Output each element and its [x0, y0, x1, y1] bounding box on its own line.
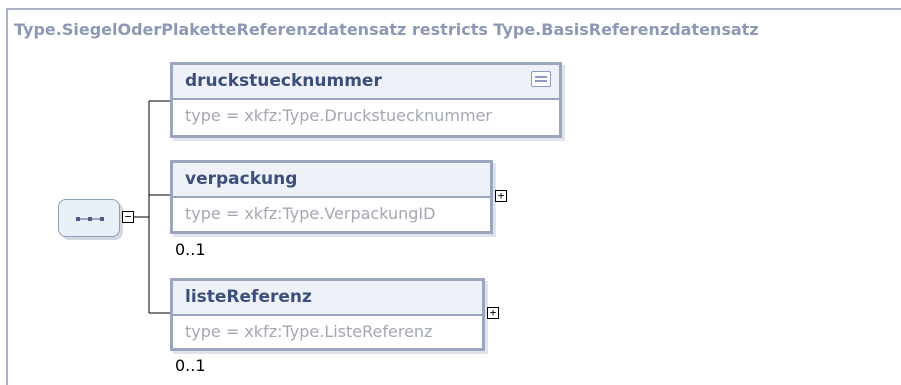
element-name: druckstuecknummer: [185, 71, 382, 91]
element-type: type = xkfz:Type.VerpackungID: [185, 204, 436, 223]
documentation-icon[interactable]: [531, 71, 551, 87]
element-druckstuecknummer[interactable]: druckstuecknummer type = xkfz:Type.Druck…: [170, 62, 562, 138]
element-name: verpackung: [185, 169, 298, 189]
element-separator: [173, 314, 482, 316]
element-separator: [173, 196, 490, 198]
element-verpackung[interactable]: verpackung type = xkfz:Type.VerpackungID: [170, 160, 493, 234]
verpackung-cardinality: 0..1: [175, 240, 206, 259]
listeReferenz-cardinality: 0..1: [175, 356, 206, 375]
listeReferenz-expand-toggle[interactable]: +: [487, 307, 499, 319]
element-name: listeReferenz: [185, 287, 312, 307]
element-listeReferenz[interactable]: listeReferenz type = xkfz:Type.ListeRefe…: [170, 278, 485, 351]
element-separator: [173, 98, 559, 100]
sequence-icon: [76, 217, 104, 221]
verpackung-expand-toggle[interactable]: +: [495, 190, 507, 202]
element-type: type = xkfz:Type.ListeReferenz: [185, 322, 433, 341]
element-type: type = xkfz:Type.Druckstuecknummer: [185, 106, 492, 125]
sequence-compositor[interactable]: [58, 199, 120, 237]
sequence-collapse-toggle[interactable]: −: [122, 211, 134, 223]
